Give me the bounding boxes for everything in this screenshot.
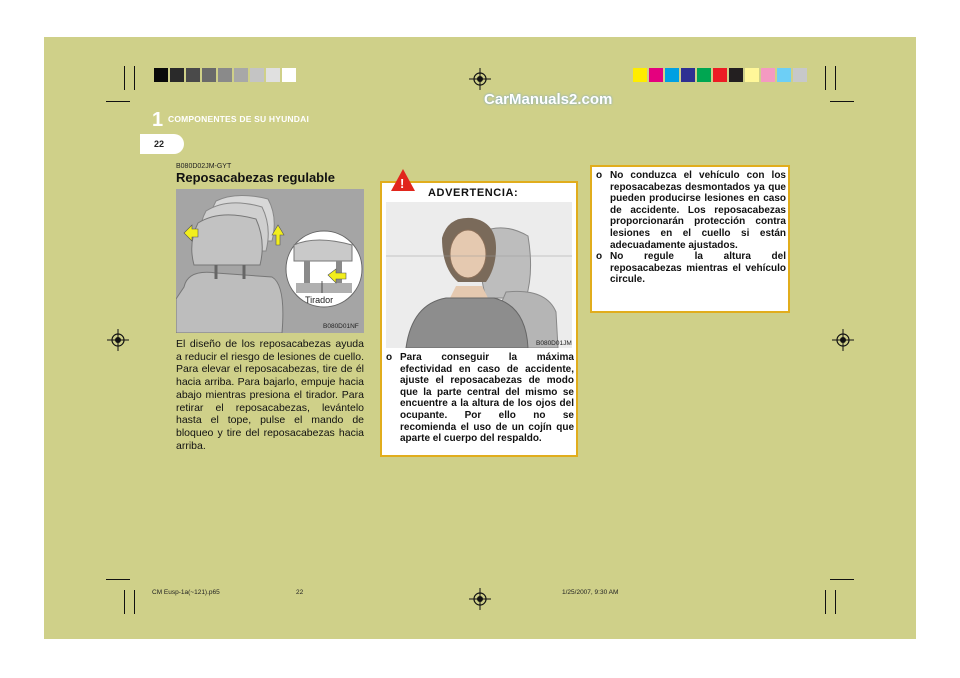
color-swatch [250,68,264,82]
chapter-title: COMPONENTES DE SU HYUNDAI [168,114,310,124]
bullet-marker: o [596,251,603,263]
warning-triangle-icon: ! [390,168,416,192]
color-swatch [202,68,216,82]
figure-code: B080D01NF [323,323,359,330]
color-swatch [697,68,711,82]
bullet-text: Para conseguir la máxima efectividad en … [400,352,574,445]
color-swatch [761,68,775,82]
color-swatch [713,68,727,82]
warning-text: o Para conseguir la máxima efectividad e… [386,352,574,445]
color-swatch [649,68,663,82]
notice-list: o No conduzca el vehículo con los reposa… [596,170,786,286]
headrest-figure [176,189,364,333]
warning-figure-code: B080D01JM [536,340,572,347]
color-swatch [218,68,232,82]
watermark: CarManuals2.com [484,91,613,108]
color-swatch [745,68,759,82]
color-swatch [234,68,248,82]
warning-icon-glyph: ! [400,176,405,191]
notice-item: o No regule la altura del reposacabezas … [596,251,786,286]
warning-bullet: o Para conseguir la máxima efectividad e… [386,352,574,445]
bullet-marker: o [596,170,603,181]
color-swatch [777,68,791,82]
color-swatch [793,68,807,82]
page-number: 22 [154,139,165,149]
bullet-text: No conduzca el vehículo con los reposaca… [610,170,786,251]
color-swatch [633,68,647,82]
bullet-marker: o [386,352,393,363]
registration-mark-icon [469,68,491,90]
color-swatch [681,68,695,82]
color-swatch [154,68,168,82]
headrest-illustration [176,189,364,333]
color-swatch [282,68,296,82]
section-body: El diseño de los reposacabezas ayuda a r… [176,338,364,452]
footer-timestamp: 1/25/2007, 9:30 AM [562,589,619,596]
color-swatch [729,68,743,82]
color-swatch [170,68,184,82]
figure-label: Tirador [305,295,334,305]
driver-figure [386,202,572,348]
warning-title: ADVERTENCIA: [428,187,519,199]
registration-mark-icon [107,329,129,351]
registration-mark-icon [832,329,854,351]
chapter-number: 1 [152,109,164,131]
driver-illustration [386,202,572,348]
color-swatch [665,68,679,82]
color-swatch [266,68,280,82]
bullet-text: No regule la altura del reposacabezas mi… [610,251,786,286]
notice-item: o No conduzca el vehículo con los reposa… [596,170,786,251]
footer-file: CM Eusp-1a(~121).p65 [152,589,220,596]
section-title: Reposacabezas regulable [176,170,335,185]
color-swatch [186,68,200,82]
footer-page: 22 [296,589,304,596]
section-code: B080D02JM-GYT [176,163,232,170]
registration-mark-icon [469,588,491,610]
